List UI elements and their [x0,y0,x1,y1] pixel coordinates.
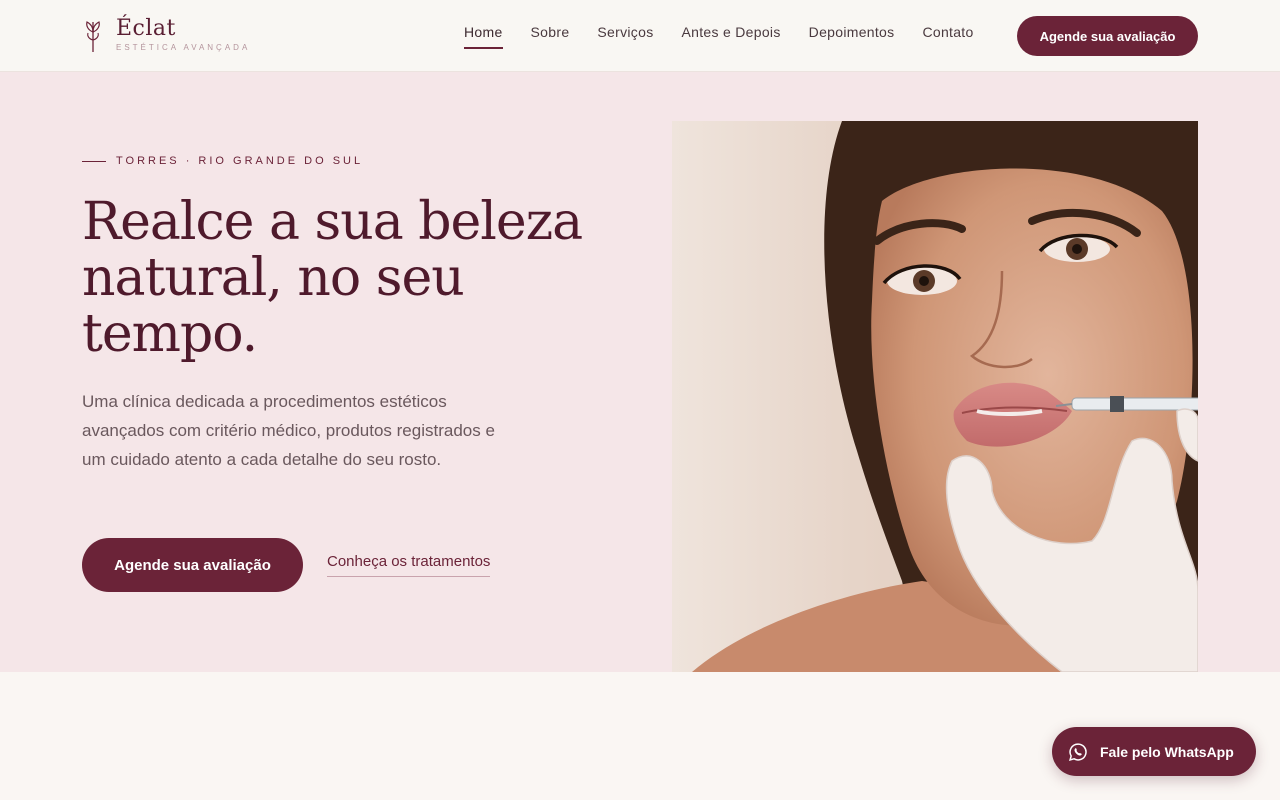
whatsapp-icon [1069,742,1087,761]
logo[interactable]: Éclat ESTÉTICA AVANÇADA [82,16,250,54]
location-label: TORRES · RIO GRANDE DO SUL [116,155,364,167]
nav-item-servicos[interactable]: Serviços [597,24,653,49]
nav-item-antes-e-depois[interactable]: Antes e Depois [682,24,781,49]
whatsapp-label: Fale pelo WhatsApp [1100,743,1234,760]
hero-section: TORRES · RIO GRANDE DO SUL Realce a sua … [0,72,1280,672]
lip-filler-photo [672,121,1198,672]
main-nav: Home Sobre Serviços Antes e Depois Depoi… [464,24,1002,49]
whatsapp-button[interactable]: Fale pelo WhatsApp [1052,727,1256,776]
sprout-icon [86,21,100,52]
nav-item-home[interactable]: Home [464,24,503,49]
nav-item-contato[interactable]: Contato [922,24,973,49]
nav-item-sobre[interactable]: Sobre [531,24,570,49]
treatments-link[interactable]: Conheça os tratamentos [327,553,491,577]
hero-book-button[interactable]: Agende sua avaliação [82,538,303,592]
nav-item-depoimentos[interactable]: Depoimentos [809,24,895,49]
brand-tagline: ESTÉTICA AVANÇADA [116,43,251,52]
eyebrow-divider [82,160,106,162]
hero-eyebrow: TORRES · RIO GRANDE DO SUL [82,155,363,167]
header-book-button[interactable]: Agende sua avaliação [1017,16,1198,56]
hero-headline: Realce a sua beleza natural, no seu temp… [82,192,583,364]
hero-photo [672,121,1198,672]
logo-text: Éclat ESTÉTICA AVANÇADA [116,16,250,52]
hero-description: Uma clínica dedicada a procedimentos est… [82,392,495,469]
brand-name: Éclat [116,16,176,41]
site-header: Éclat ESTÉTICA AVANÇADA Home Sobre Servi… [0,0,1280,72]
